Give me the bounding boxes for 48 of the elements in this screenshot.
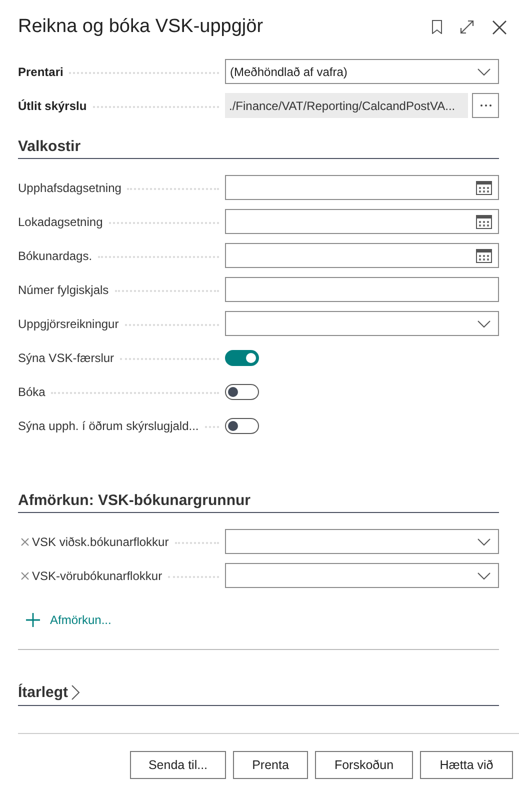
calendar-icon[interactable]: [476, 180, 492, 195]
field-label: Prentari: [18, 64, 64, 78]
more-icon[interactable]: [480, 104, 492, 107]
chevron-down-icon: [477, 572, 491, 580]
section-title: Valkostir: [18, 138, 499, 159]
field-label: Útlit skýrslu: [18, 98, 87, 112]
plus-icon[interactable]: [26, 613, 40, 627]
dropdown-field[interactable]: (Meðhöndlað af vafra): [225, 59, 499, 84]
field-label: Sýna upph. í öðrum skýrslugjald...: [18, 419, 199, 433]
remove-filter-icon[interactable]: [21, 538, 29, 546]
calendar-icon[interactable]: [476, 214, 492, 229]
dialog-button[interactable]: Forskoðun: [315, 751, 413, 779]
field-label: Bókunardags.: [18, 248, 92, 262]
field-label: VSK-vörubókunarflokkur: [32, 568, 162, 582]
add-filter-link[interactable]: Afmörkun...: [26, 611, 112, 629]
date-field[interactable]: [225, 209, 499, 234]
chevron-down-icon: [477, 68, 491, 76]
field-label: Upphafsdagsetning: [18, 180, 122, 194]
close-icon[interactable]: [492, 20, 507, 34]
dialog-button[interactable]: Prenta: [233, 751, 308, 779]
dialog-button[interactable]: Senda til...: [130, 751, 226, 779]
field-label: Bóka: [18, 385, 46, 399]
field-label: Sýna VSK-færslur: [18, 351, 114, 365]
toggle-switch[interactable]: [225, 384, 259, 400]
chevron-right-icon[interactable]: [71, 685, 80, 700]
details-section-header[interactable]: Ítarlegt: [18, 684, 499, 706]
toggle-switch[interactable]: [225, 350, 259, 366]
dropdown-field[interactable]: [225, 311, 499, 336]
expand-icon[interactable]: [460, 20, 474, 34]
field-label: Lokadagsetning: [18, 214, 103, 228]
bookmark-icon[interactable]: [432, 20, 442, 34]
chevron-down-icon: [477, 538, 491, 546]
report-layout-field: ./Finance/VAT/Reporting/CalcandPostVA...: [225, 93, 468, 118]
date-field[interactable]: [225, 175, 499, 200]
field-label: VSK viðsk.bókunarflokkur: [32, 534, 169, 548]
text-field[interactable]: [225, 277, 499, 302]
remove-filter-icon[interactable]: [21, 572, 29, 580]
calendar-icon[interactable]: [476, 248, 492, 263]
field-label: Númer fylgiskjals: [18, 282, 109, 296]
field-label: Uppgjörsreikningur: [18, 316, 119, 330]
dropdown-field[interactable]: [225, 529, 499, 554]
toggle-switch[interactable]: [225, 418, 259, 434]
chevron-down-icon: [477, 320, 491, 328]
dialog-button[interactable]: Hætta við: [420, 751, 513, 779]
section-title: Afmörkun: VSK-bókunargrunnur: [18, 492, 499, 513]
dropdown-field[interactable]: [225, 563, 499, 588]
window-title: Reikna og bóka VSK-uppgjör: [18, 16, 264, 38]
date-field[interactable]: [225, 243, 499, 268]
